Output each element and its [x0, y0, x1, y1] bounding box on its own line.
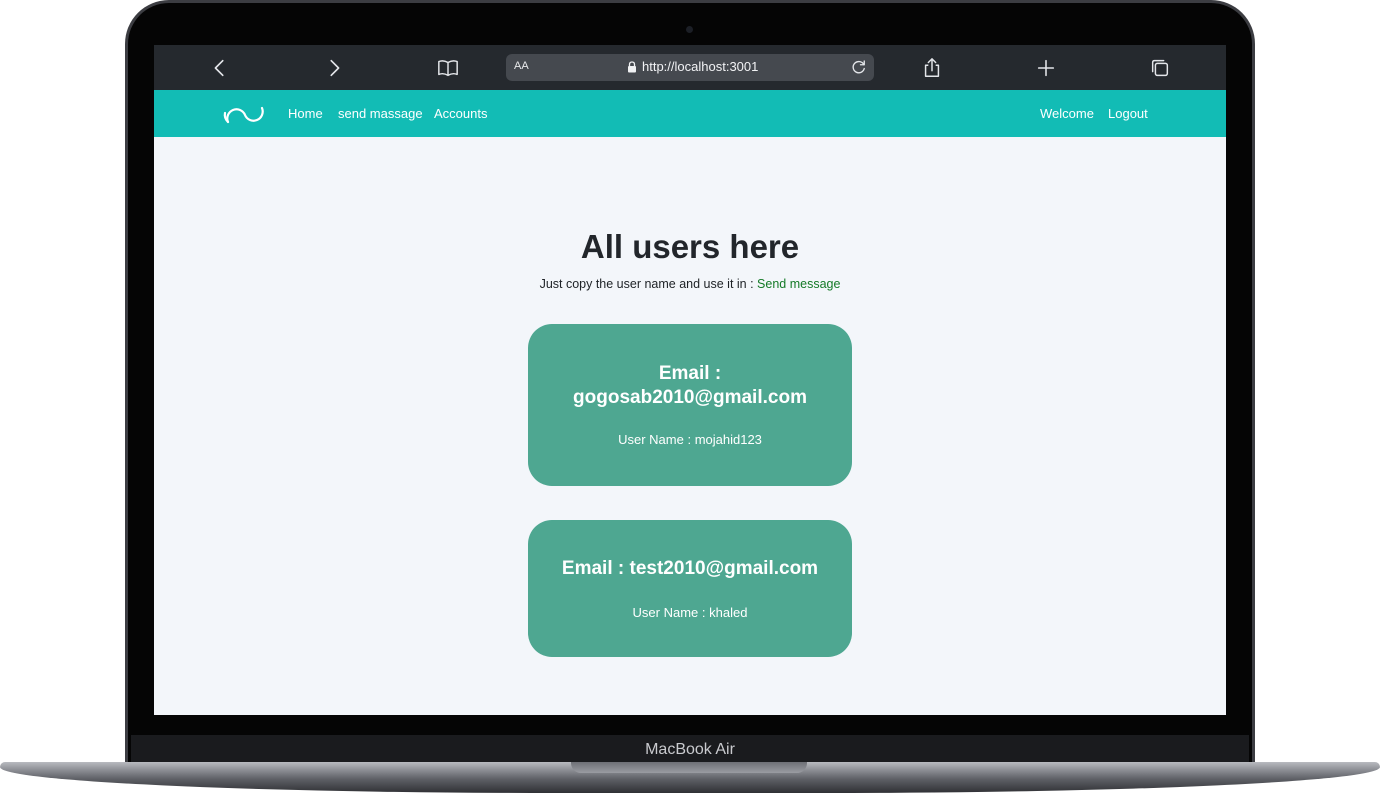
- nav-welcome-link[interactable]: Welcome: [1040, 106, 1094, 121]
- subtitle-text: Just copy the user name and use it in :: [539, 277, 758, 291]
- username-value: mojahid123: [694, 432, 762, 447]
- back-icon[interactable]: [206, 54, 234, 82]
- reader-aa-button[interactable]: AA: [514, 60, 529, 72]
- user-username: User Name : khaled: [528, 605, 852, 620]
- user-card: Email : gogosab2010@gmail.com User Name :…: [528, 324, 852, 486]
- address-bar[interactable]: AA http://localhost:3001: [506, 54, 874, 81]
- user-card: Email : test2010@gmail.com User Name : k…: [528, 520, 852, 657]
- forward-icon[interactable]: [320, 54, 348, 82]
- share-icon[interactable]: [918, 54, 946, 82]
- user-email: Email : test2010@gmail.com: [528, 557, 852, 581]
- user-email: Email : gogosab2010@gmail.com: [528, 362, 852, 410]
- lock-icon: [628, 61, 636, 73]
- nav-send-massage-link[interactable]: send massage: [338, 106, 423, 121]
- bookmarks-icon[interactable]: [434, 54, 462, 82]
- email-label: Email :: [658, 363, 722, 384]
- email-label: Email :: [561, 558, 625, 579]
- url-text: http://localhost:3001: [642, 59, 759, 74]
- username-label: User Name :: [618, 432, 692, 447]
- nav-accounts-link[interactable]: Accounts: [434, 106, 487, 121]
- device-label: MacBook Air: [645, 741, 735, 758]
- page-subtitle: Just copy the user name and use it in : …: [154, 277, 1226, 291]
- browser-screen: AA http://localhost:3001 Home send massa…: [154, 45, 1226, 715]
- username-value: khaled: [709, 605, 748, 620]
- camera-dot: [686, 26, 693, 33]
- user-username: User Name : mojahid123: [528, 432, 852, 447]
- laptop-notch: [571, 762, 807, 773]
- username-label: User Name :: [632, 605, 706, 620]
- email-value: test2010@gmail.com: [629, 558, 819, 579]
- page-title: All users here: [580, 228, 800, 265]
- nav-logout-link[interactable]: Logout: [1108, 106, 1148, 121]
- tabs-overview-icon[interactable]: [1146, 54, 1174, 82]
- app-navbar: Home send massage Accounts Welcome Logou…: [154, 90, 1226, 137]
- safari-toolbar: AA http://localhost:3001: [154, 45, 1226, 90]
- infinity-logo-icon[interactable]: [222, 103, 268, 127]
- reload-icon[interactable]: [850, 58, 868, 76]
- nav-home-link[interactable]: Home: [288, 106, 323, 121]
- new-tab-icon[interactable]: [1032, 54, 1060, 82]
- send-message-link[interactable]: Send message: [757, 277, 840, 291]
- email-value: gogosab2010@gmail.com: [573, 387, 807, 408]
